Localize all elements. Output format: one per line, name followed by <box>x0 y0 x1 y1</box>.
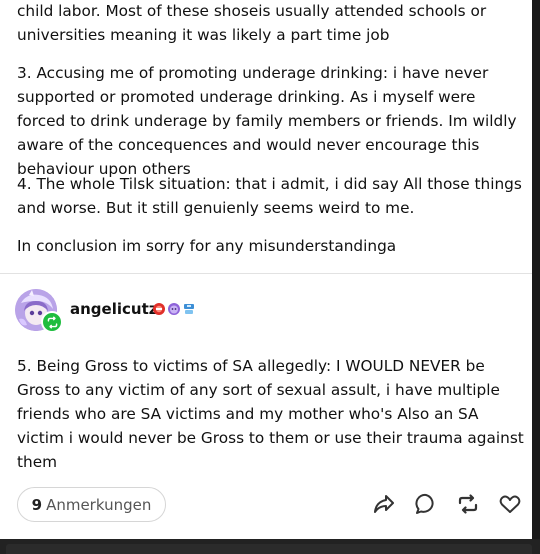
red-badge-icon <box>153 303 165 315</box>
purple-face-badge-icon <box>168 303 180 315</box>
post-paragraph: 4. The whole Tilsk situation: that i adm… <box>17 175 522 217</box>
like-icon[interactable] <box>498 492 522 516</box>
next-post-edge <box>6 544 532 554</box>
reblog-badge-icon <box>41 311 63 333</box>
post-paragraph: 3. Accusing me of promoting underage dri… <box>17 64 517 178</box>
reblog-divider <box>0 273 532 274</box>
post-paragraph: child labor. Most of these shoseis usual… <box>17 2 487 44</box>
user-badges[interactable] <box>152 302 196 316</box>
post-paragraph: In conclusion im sorry for any misunders… <box>17 237 397 255</box>
page-frame-right <box>532 0 540 554</box>
reblog-paragraph: 5. Being Gross to victims of SA allegedl… <box>17 357 524 471</box>
notes-label: Anmerkungen <box>46 495 152 514</box>
reply-icon[interactable] <box>414 492 438 516</box>
reblog-icon[interactable] <box>456 492 480 516</box>
reblogger-avatar[interactable] <box>15 289 63 335</box>
blue-gem-badge-icon <box>184 304 194 314</box>
reblogger-username[interactable]: angelicutz <box>70 300 157 318</box>
share-icon[interactable] <box>372 492 396 516</box>
notes-count: 9 <box>31 495 43 514</box>
post-card: child labor. Most of these shoseis usual… <box>0 0 534 537</box>
notes-button[interactable]: 9 Anmerkungen <box>17 487 166 522</box>
post-actions <box>372 492 522 516</box>
